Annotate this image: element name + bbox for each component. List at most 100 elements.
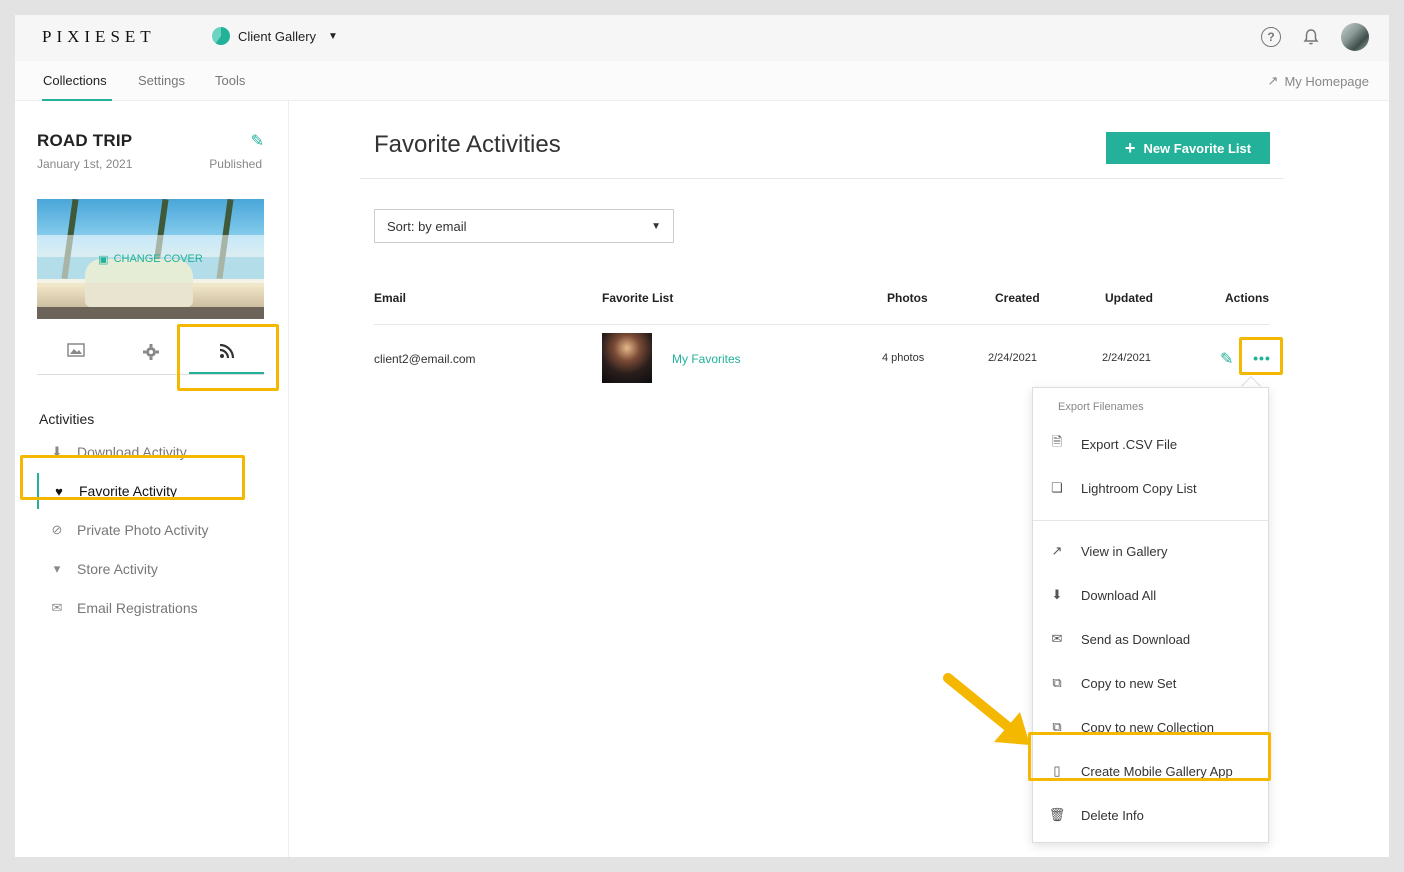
menu-item-copy-to-new-collection[interactable]: ⧉ Copy to new Collection: [1033, 709, 1268, 745]
activity-label: Store Activity: [77, 561, 158, 577]
external-link-icon: ↗: [1267, 73, 1279, 88]
menu-item-label: Send as Download: [1081, 631, 1191, 647]
collection-title: ROAD TRIP: [37, 131, 133, 150]
top-icons: ?: [1261, 23, 1369, 51]
cover-image[interactable]: ▣ CHANGE COVER: [37, 199, 264, 319]
activity-favorite[interactable]: ♥ Favorite Activity: [37, 473, 267, 509]
my-homepage-link[interactable]: ↗ My Homepage: [1268, 73, 1369, 89]
envelope-icon: ✉: [1051, 631, 1063, 646]
activity-label: Email Registrations: [77, 600, 198, 616]
eye-slash-icon: ⊘: [51, 522, 63, 537]
favorite-list-link[interactable]: My Favorites: [672, 352, 741, 366]
menu-item-export-csv[interactable]: 🗎 Export .CSV File: [1033, 426, 1268, 462]
active-side-tab-underline: [189, 372, 264, 374]
menu-item-view-in-gallery[interactable]: ↗ View in Gallery: [1033, 533, 1268, 569]
user-avatar[interactable]: [1341, 23, 1369, 51]
menu-divider: [1033, 520, 1268, 521]
menu-item-lightroom-copy[interactable]: ❏ Lightroom Copy List: [1033, 470, 1268, 506]
menu-item-label: Copy to new Set: [1081, 675, 1177, 691]
page-title: Favorite Activities: [374, 131, 561, 158]
column-header-actions: Actions: [1225, 291, 1270, 305]
menu-item-label: Copy to new Collection: [1081, 719, 1214, 735]
activity-private-photo[interactable]: ⊘ Private Photo Activity: [37, 512, 267, 548]
chevron-down-icon: ▼: [328, 30, 338, 42]
change-cover-button[interactable]: ▣ CHANGE COVER: [37, 235, 264, 283]
new-favorite-list-label: New Favorite List: [1143, 140, 1252, 156]
row-email: client2@email.com: [374, 352, 476, 366]
menu-item-label: Create Mobile Gallery App: [1081, 763, 1233, 779]
pixieset-logo[interactable]: PIXIESET: [42, 27, 156, 47]
sort-label: Sort: by email: [387, 218, 467, 234]
files-icon: ❏: [1051, 480, 1063, 495]
external-link-icon: ↗: [1051, 543, 1063, 558]
column-header-created: Created: [995, 291, 1040, 305]
menu-section-header: Export Filenames: [1058, 401, 1144, 413]
row-updated: 2/24/2021: [1102, 352, 1151, 364]
sidebar-tabs: [37, 333, 264, 375]
my-homepage-label: My Homepage: [1284, 73, 1369, 89]
activity-label: Download Activity: [77, 444, 187, 460]
menu-item-copy-to-new-set[interactable]: ⧉ Copy to new Set: [1033, 665, 1268, 701]
top-bar: PIXIESET Client Gallery ▼ ?: [15, 15, 1389, 61]
column-header-email: Email: [374, 291, 407, 305]
envelope-icon: ✉: [51, 600, 63, 615]
sort-select[interactable]: Sort: by email ▼: [374, 209, 674, 243]
file-csv-icon: 🗎: [1051, 434, 1063, 449]
menu-item-send-as-download[interactable]: ✉ Send as Download: [1033, 621, 1268, 657]
menu-item-label: View in Gallery: [1081, 543, 1168, 559]
tab-bar: Collections Settings Tools ↗ My Homepage: [15, 61, 1389, 101]
change-cover-label: CHANGE COVER: [113, 253, 203, 265]
collection-date: January 1st, 2021: [37, 157, 133, 171]
app-switcher[interactable]: Client Gallery ▼: [212, 27, 338, 45]
divider: [360, 178, 1284, 179]
menu-item-delete-info[interactable]: 🗑 Delete Info: [1033, 797, 1268, 833]
download-icon: ⬇: [51, 444, 63, 459]
menu-item-create-mobile-gallery-app[interactable]: ▯ Create Mobile Gallery App: [1033, 753, 1268, 789]
chevron-down-icon: ▼: [651, 220, 661, 232]
table-header-divider: [374, 324, 1270, 325]
copy-icon: ⧉: [1052, 675, 1062, 690]
tab-settings[interactable]: Settings: [138, 73, 185, 88]
activity-download[interactable]: ⬇ Download Activity: [37, 434, 267, 470]
app-switcher-label: Client Gallery: [238, 28, 317, 44]
settings-gear-icon[interactable]: [142, 343, 160, 366]
copy-icon: ⧉: [1052, 719, 1062, 734]
activity-email-registrations[interactable]: ✉ Email Registrations: [37, 590, 267, 626]
menu-item-label: Delete Info: [1081, 807, 1144, 823]
activity-rss-icon[interactable]: [219, 343, 235, 364]
collection-status: Published: [209, 157, 262, 171]
favorite-list-thumbnail[interactable]: [602, 333, 652, 383]
app-window: PIXIESET Client Gallery ▼ ? Collections …: [15, 15, 1389, 857]
column-header-favorite-list: Favorite List: [602, 291, 674, 305]
activity-store[interactable]: ▾ Store Activity: [37, 551, 267, 587]
row-created: 2/24/2021: [988, 352, 1037, 364]
activity-label: Private Photo Activity: [77, 522, 209, 538]
row-photos: 4 photos: [882, 352, 925, 364]
activities-header: Activities: [39, 411, 95, 427]
sidebar: ROAD TRIP ✎ January 1st, 2021 Published …: [15, 101, 289, 857]
help-icon[interactable]: ?: [1261, 27, 1281, 47]
tab-tools[interactable]: Tools: [215, 73, 245, 88]
more-actions-button[interactable]: •••: [1246, 345, 1278, 371]
heart-icon: ♥: [55, 483, 63, 499]
cart-icon: ▾: [53, 561, 61, 576]
menu-item-download-all[interactable]: ⬇ Download All: [1033, 577, 1268, 613]
photos-tab-icon[interactable]: [67, 343, 85, 362]
bell-icon[interactable]: [1301, 27, 1321, 47]
menu-item-label: Export .CSV File: [1081, 436, 1178, 452]
tab-collections[interactable]: Collections: [43, 73, 107, 88]
mobile-phone-icon: ▯: [1053, 763, 1061, 778]
edit-pencil-icon[interactable]: ✎: [251, 131, 264, 151]
activity-label: Favorite Activity: [79, 483, 178, 499]
new-favorite-list-button[interactable]: + New Favorite List: [1106, 132, 1270, 164]
client-gallery-icon: [212, 27, 230, 45]
menu-item-label: Lightroom Copy List: [1081, 480, 1197, 496]
download-icon: ⬇: [1051, 587, 1063, 602]
column-header-updated: Updated: [1105, 291, 1153, 305]
image-icon: ▣: [98, 253, 109, 266]
plus-icon: +: [1124, 138, 1136, 158]
menu-item-label: Download All: [1081, 587, 1157, 603]
arrow-pointer-icon: [943, 673, 1030, 745]
cover-road: [37, 307, 264, 319]
edit-pencil-icon[interactable]: ✎: [1220, 349, 1233, 369]
